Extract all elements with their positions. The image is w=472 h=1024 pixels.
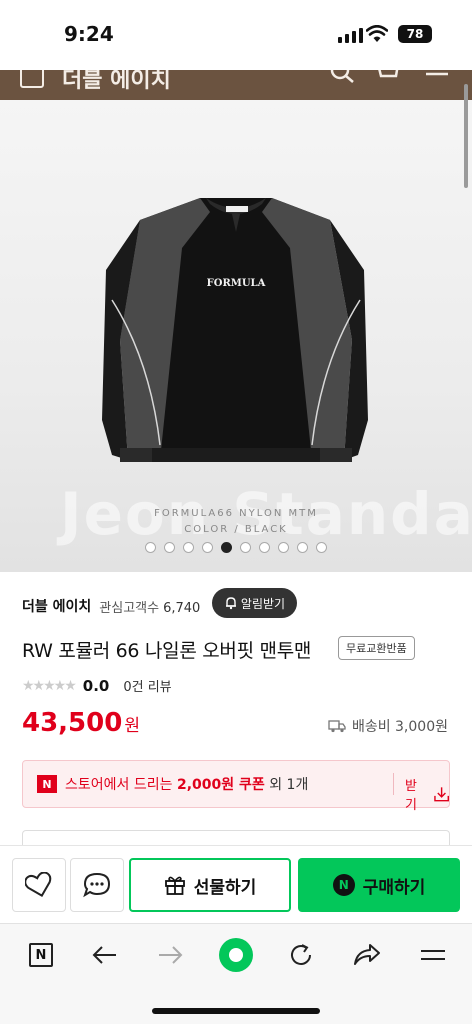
refresh-icon <box>291 944 311 965</box>
cart-icon[interactable] <box>376 70 402 86</box>
store-header: 더블 에이치 <box>0 70 472 100</box>
carousel-dots <box>0 542 472 553</box>
carousel-dot[interactable] <box>259 542 270 553</box>
green-dot-icon <box>219 938 253 972</box>
carousel-dot[interactable] <box>145 542 156 553</box>
search-icon[interactable] <box>330 70 356 86</box>
share-button[interactable] <box>352 940 382 970</box>
product-price: 43,500 원 <box>22 708 140 738</box>
tabs-icon: N <box>29 943 53 967</box>
arrow-right-icon <box>159 946 183 964</box>
page: 9:24 78 더블 에이치 FORMULA Jeon Standa FORMU… <box>0 0 472 1024</box>
browser-toolbar: N <box>0 923 472 1024</box>
fans-count: 관심고객수 6,740 <box>99 597 200 616</box>
shipping-info[interactable]: 배송비 3,000원 <box>328 716 448 736</box>
coupon-amount: 2,000원 쿠폰 <box>176 777 265 793</box>
chest-print: FORMULA <box>206 278 266 289</box>
price-value: 43,500 <box>22 708 123 738</box>
bell-icon <box>225 597 236 610</box>
fans-label: 관심고객수 <box>99 600 160 616</box>
buy-label: 구매하기 <box>362 877 426 898</box>
product-title: RW 포뮬러 66 나일론 오버핏 맨투맨 <box>22 640 312 662</box>
carousel-dot[interactable] <box>202 542 213 553</box>
carousel-dot[interactable] <box>240 542 251 553</box>
status-time: 9:24 <box>64 22 114 46</box>
green-dot-button[interactable] <box>218 937 254 973</box>
product-image-carousel[interactable]: FORMULA Jeon Standard FORMULA66 NYLON MT… <box>0 100 472 572</box>
download-icon <box>434 787 449 802</box>
chat-icon <box>83 872 111 898</box>
alarm-button[interactable]: 알림받기 <box>212 588 297 618</box>
menu-button[interactable] <box>418 940 448 970</box>
gift-button[interactable]: 선물하기 <box>129 858 291 912</box>
hamburger-icon <box>421 950 445 960</box>
carousel-dot[interactable] <box>316 542 327 553</box>
coupon-get-label: 받기 <box>405 779 417 813</box>
image-caption-model: FORMULA66 NYLON MTM <box>154 508 318 519</box>
free-return-badge[interactable]: 무료교환반품 <box>338 636 415 660</box>
naver-pay-icon: N <box>332 874 355 896</box>
shipping-fee: 배송비 3,000원 <box>351 719 448 735</box>
share-icon <box>354 944 380 965</box>
store-logo-icon[interactable] <box>20 70 44 88</box>
store-info: 더블 에이치 관심고객수 6,740 <box>22 596 200 616</box>
truck-icon <box>328 720 346 733</box>
purchase-action-bar: 선물하기 N 구매하기 <box>0 845 472 923</box>
battery-icon: 78 <box>398 25 432 43</box>
tabs-button[interactable]: N <box>26 940 56 970</box>
heart-icon <box>25 872 52 897</box>
carousel-dot[interactable] <box>221 542 232 553</box>
forward-button[interactable] <box>155 940 185 970</box>
store-header-name[interactable]: 더블 에이치 <box>62 70 171 94</box>
fans-value: 6,740 <box>163 600 201 616</box>
coupon-banner[interactable]: N 스토어에서 드리는 2,000원 쿠폰 외 1개 받기 <box>22 760 450 813</box>
coupon-divider <box>393 773 394 795</box>
coupon-text: 스토어에서 드리는 2,000원 쿠폰 외 1개 <box>65 774 308 794</box>
gift-label: 선물하기 <box>193 877 257 898</box>
product-sweatshirt-image <box>102 198 368 462</box>
back-button[interactable] <box>90 940 120 970</box>
naver-n-icon: N <box>37 775 57 793</box>
coupon-prefix: 스토어에서 드리는 <box>65 777 177 793</box>
image-caption-color: COLOR / BLACK <box>184 524 288 535</box>
carousel-dot[interactable] <box>297 542 308 553</box>
coupon-suffix: 외 1개 <box>264 777 309 793</box>
status-bar: 9:24 78 <box>0 0 472 70</box>
star-rating-icon: ★★★★★ <box>22 677 77 694</box>
alarm-label: 알림받기 <box>240 596 286 611</box>
signal-icon <box>338 28 363 43</box>
carousel-dot[interactable] <box>278 542 289 553</box>
wishlist-button[interactable] <box>12 858 66 912</box>
store-name[interactable]: 더블 에이치 <box>22 596 91 616</box>
menu-icon[interactable] <box>424 70 450 86</box>
price-currency: 원 <box>124 716 140 736</box>
buy-button[interactable]: N 구매하기 <box>298 858 460 912</box>
scrollbar[interactable] <box>464 84 468 188</box>
review-count[interactable]: 0건 리뷰 <box>123 676 171 695</box>
home-indicator <box>152 1008 320 1014</box>
rating-score: 0.0 <box>82 676 110 695</box>
chat-button[interactable] <box>70 858 124 912</box>
wifi-icon <box>366 25 388 42</box>
arrow-left-icon <box>92 946 116 964</box>
coupon-get-button[interactable]: 받기 <box>405 775 449 813</box>
carousel-dot[interactable] <box>183 542 194 553</box>
rating-row[interactable]: ★★★★★ 0.0 0건 리뷰 <box>22 676 172 696</box>
gift-icon <box>164 876 185 895</box>
refresh-button[interactable] <box>286 940 316 970</box>
carousel-dot[interactable] <box>164 542 175 553</box>
